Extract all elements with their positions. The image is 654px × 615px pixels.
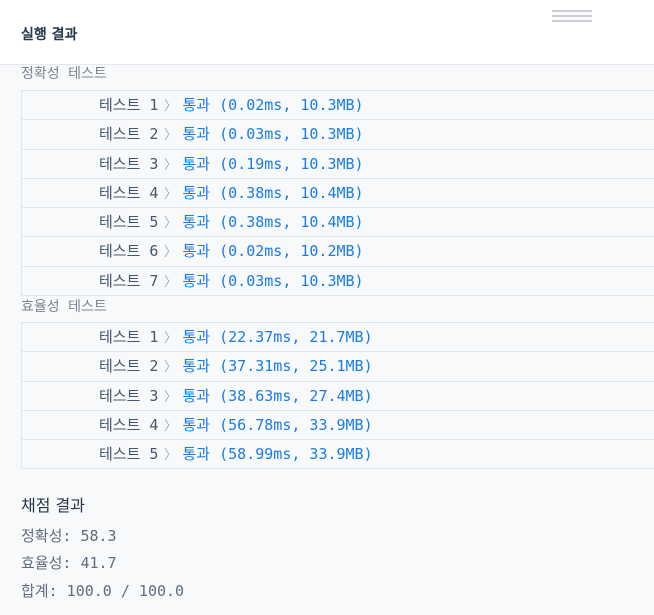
test-label: 테스트 2 [99, 357, 159, 376]
test-result: 통과 (38.63ms, 27.4MB) [182, 386, 373, 405]
test-result: 통과 (0.02ms, 10.2MB) [182, 242, 364, 261]
test-result: 통과 (22.37ms, 21.7MB) [182, 328, 373, 346]
test-result: 통과 (0.38ms, 10.4MB) [182, 183, 364, 202]
chevron-right-icon: 〉 [163, 128, 177, 144]
accuracy-score: 정확성: 58.3 [21, 527, 117, 545]
test-label: 테스트 5 [99, 445, 159, 464]
test-label: 테스트 4 [99, 415, 159, 434]
chevron-right-icon: 〉 [163, 245, 177, 261]
table-row: 테스트 5 〉 통과 (0.38ms, 10.4MB) [22, 208, 654, 238]
chevron-right-icon: 〉 [163, 448, 177, 464]
test-label: 테스트 3 [99, 154, 159, 173]
efficiency-table: 테스트 1 〉 통과 (22.37ms, 21.7MB) 테스트 2 〉 통과 (37.… [21, 322, 654, 470]
test-result: 통과 (0.38ms, 10.4MB) [182, 213, 364, 232]
table-row: 테스트 1 〉 통과 (0.02ms, 10.3MB) [22, 91, 654, 121]
test-result: 통과 (0.19ms, 10.3MB) [182, 154, 364, 173]
result-panel: 실행 결과 정확성 테스트 테스트 1 〉 통과 (0.02ms, 10.3MB) … [0, 0, 654, 615]
test-label: 테스트 4 [99, 183, 159, 202]
test-result: 통과 (37.31ms, 25.1MB) [182, 357, 373, 376]
scoring-title: 채점 결과 [21, 496, 85, 515]
test-result: 통과 (0.02ms, 10.3MB) [182, 96, 364, 114]
total-score: 합계: 100.0 / 100.0 [21, 582, 185, 600]
table-row: 테스트 4 〉 통과 (56.78ms, 33.9MB) [22, 411, 654, 441]
test-result: 통과 (0.03ms, 10.3MB) [182, 125, 364, 144]
accuracy-heading: 정확성 테스트 [21, 66, 107, 82]
table-row: 테스트 2 〉 통과 (37.31ms, 25.1MB) [22, 352, 654, 382]
result-header: 실행 결과 [0, 0, 654, 65]
accuracy-table: 테스트 1 〉 통과 (0.02ms, 10.3MB) 테스트 2 〉 통과 (0.03… [21, 90, 654, 297]
table-row: 테스트 7 〉 통과 (0.03ms, 10.3MB) [22, 267, 654, 295]
chevron-right-icon: 〉 [163, 99, 177, 114]
test-result: 통과 (56.78ms, 33.9MB) [182, 415, 373, 434]
test-result: 통과 (58.99ms, 33.9MB) [182, 445, 373, 464]
chevron-right-icon: 〉 [163, 389, 177, 405]
test-result: 통과 (0.03ms, 10.3MB) [182, 271, 364, 290]
table-row: 테스트 3 〉 통과 (0.19ms, 10.3MB) [22, 150, 654, 179]
test-label: 테스트 5 [99, 213, 159, 232]
test-label: 테스트 2 [99, 125, 159, 144]
test-label: 테스트 7 [99, 271, 159, 290]
table-row: 테스트 5 〉 통과 (58.99ms, 33.9MB) [22, 440, 654, 468]
table-row: 테스트 6 〉 통과 (0.02ms, 10.2MB) [22, 237, 654, 267]
chevron-right-icon: 〉 [163, 274, 177, 290]
test-label: 테스트 3 [99, 386, 159, 405]
table-row: 테스트 1 〉 통과 (22.37ms, 21.7MB) [22, 323, 654, 353]
test-label: 테스트 1 [99, 328, 159, 346]
result-title: 실행 결과 [21, 27, 78, 43]
chevron-right-icon: 〉 [163, 418, 177, 434]
test-label: 테스트 6 [99, 242, 159, 261]
chevron-right-icon: 〉 [163, 360, 177, 376]
table-row: 테스트 4 〉 통과 (0.38ms, 10.4MB) [22, 179, 654, 209]
efficiency-score: 효율성: 41.7 [21, 554, 117, 572]
test-label: 테스트 1 [99, 96, 159, 114]
table-row: 테스트 2 〉 통과 (0.03ms, 10.3MB) [22, 120, 654, 150]
chevron-right-icon: 〉 [163, 216, 177, 232]
chevron-right-icon: 〉 [163, 186, 177, 202]
drag-handle-icon[interactable] [552, 10, 592, 22]
chevron-right-icon: 〉 [163, 331, 177, 346]
efficiency-heading: 효율성 테스트 [21, 299, 107, 315]
chevron-right-icon: 〉 [163, 157, 177, 173]
table-row: 테스트 3 〉 통과 (38.63ms, 27.4MB) [22, 382, 654, 411]
